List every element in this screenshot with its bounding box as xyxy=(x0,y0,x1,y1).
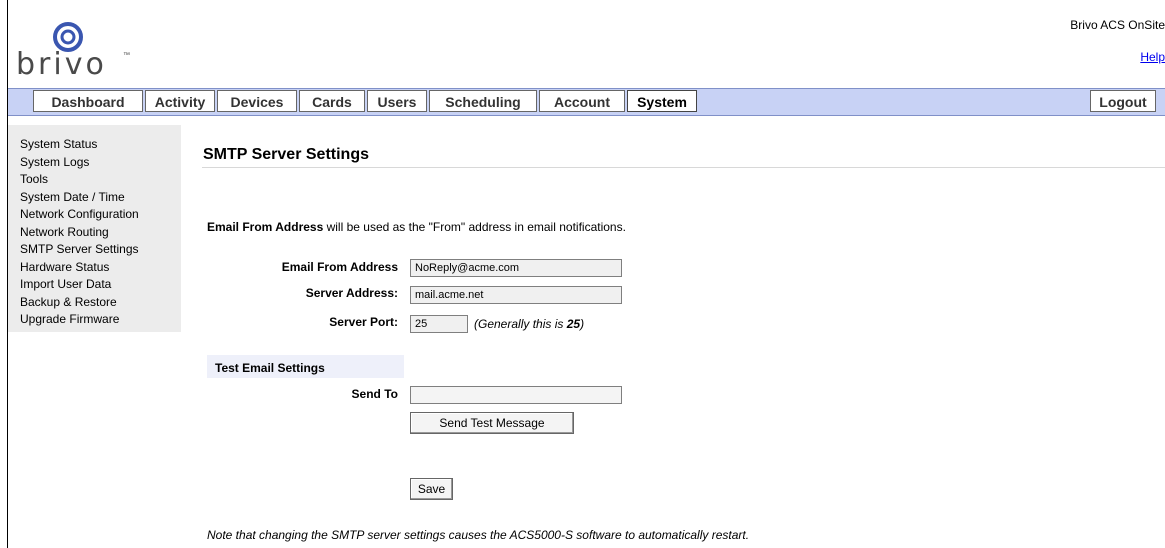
save-button[interactable]: Save xyxy=(410,478,453,500)
port-hint-value: 25 xyxy=(566,317,581,331)
intro-bold: Email From Address xyxy=(207,220,324,234)
tab-scheduling[interactable]: Scheduling xyxy=(429,90,537,112)
tab-devices[interactable]: Devices xyxy=(217,90,297,112)
email-from-label: Email From Address xyxy=(281,260,398,274)
sidebar-item-import-user-data[interactable]: Import User Data xyxy=(20,276,181,294)
tab-cards[interactable]: Cards xyxy=(299,90,365,112)
port-hint-prefix: (Generally this is xyxy=(474,317,567,331)
send-test-message-button[interactable]: Send Test Message xyxy=(410,412,574,434)
logo-trademark: ™ xyxy=(123,52,130,59)
sidebar-item-hardware-status[interactable]: Hardware Status xyxy=(20,259,181,277)
tab-users[interactable]: Users xyxy=(367,90,427,112)
window-left-edge xyxy=(0,0,8,548)
sidebar-item-system-status[interactable]: System Status xyxy=(20,136,181,154)
sidebar-item-system-date-time[interactable]: System Date / Time xyxy=(20,189,181,207)
intro-text: Email From Address will be used as the "… xyxy=(207,220,626,234)
tab-system[interactable]: System xyxy=(627,90,697,112)
app-name: Brivo ACS OnSite xyxy=(1070,18,1165,32)
main-nav: Dashboard Activity Devices Cards Users S… xyxy=(8,88,1165,116)
sidebar-item-network-configuration[interactable]: Network Configuration xyxy=(20,206,181,224)
sidebar-item-smtp-server-settings[interactable]: SMTP Server Settings xyxy=(20,241,181,259)
test-email-title: Test Email Settings xyxy=(215,361,325,375)
email-from-field[interactable] xyxy=(410,259,622,277)
server-address-field[interactable] xyxy=(410,286,622,304)
send-to-field[interactable] xyxy=(410,386,622,404)
test-email-section: Test Email Settings xyxy=(207,355,404,378)
send-to-label: Send To xyxy=(351,387,398,401)
title-divider xyxy=(202,167,1165,168)
logout-button[interactable]: Logout xyxy=(1090,90,1156,112)
sidebar-item-upgrade-firmware[interactable]: Upgrade Firmware xyxy=(20,311,181,329)
sidebar-item-network-routing[interactable]: Network Routing xyxy=(20,224,181,242)
sidebar: System Status System Logs Tools System D… xyxy=(8,125,181,332)
sidebar-item-backup-restore[interactable]: Backup & Restore xyxy=(20,294,181,312)
tab-dashboard[interactable]: Dashboard xyxy=(33,90,143,112)
server-port-label: Server Port: xyxy=(329,315,398,329)
logo-wordmark: brivo xyxy=(16,47,107,82)
server-address-label: Server Address: xyxy=(305,286,398,300)
restart-note: Note that changing the SMTP server setti… xyxy=(207,528,750,542)
sidebar-item-system-logs[interactable]: System Logs xyxy=(20,154,181,172)
port-hint: (Generally this is 25) xyxy=(474,317,584,331)
port-hint-suffix: ) xyxy=(580,317,585,331)
page-title: SMTP Server Settings xyxy=(203,146,369,163)
help-link[interactable]: Help xyxy=(1140,50,1165,64)
header: brivo ™ Brivo ACS OnSite Help xyxy=(8,0,1165,90)
tab-activity[interactable]: Activity xyxy=(145,90,215,112)
intro-rest: will be used as the "From" address in em… xyxy=(323,220,626,234)
tab-account[interactable]: Account xyxy=(539,90,625,112)
sidebar-item-tools[interactable]: Tools xyxy=(20,171,181,189)
server-port-field[interactable] xyxy=(410,315,468,333)
